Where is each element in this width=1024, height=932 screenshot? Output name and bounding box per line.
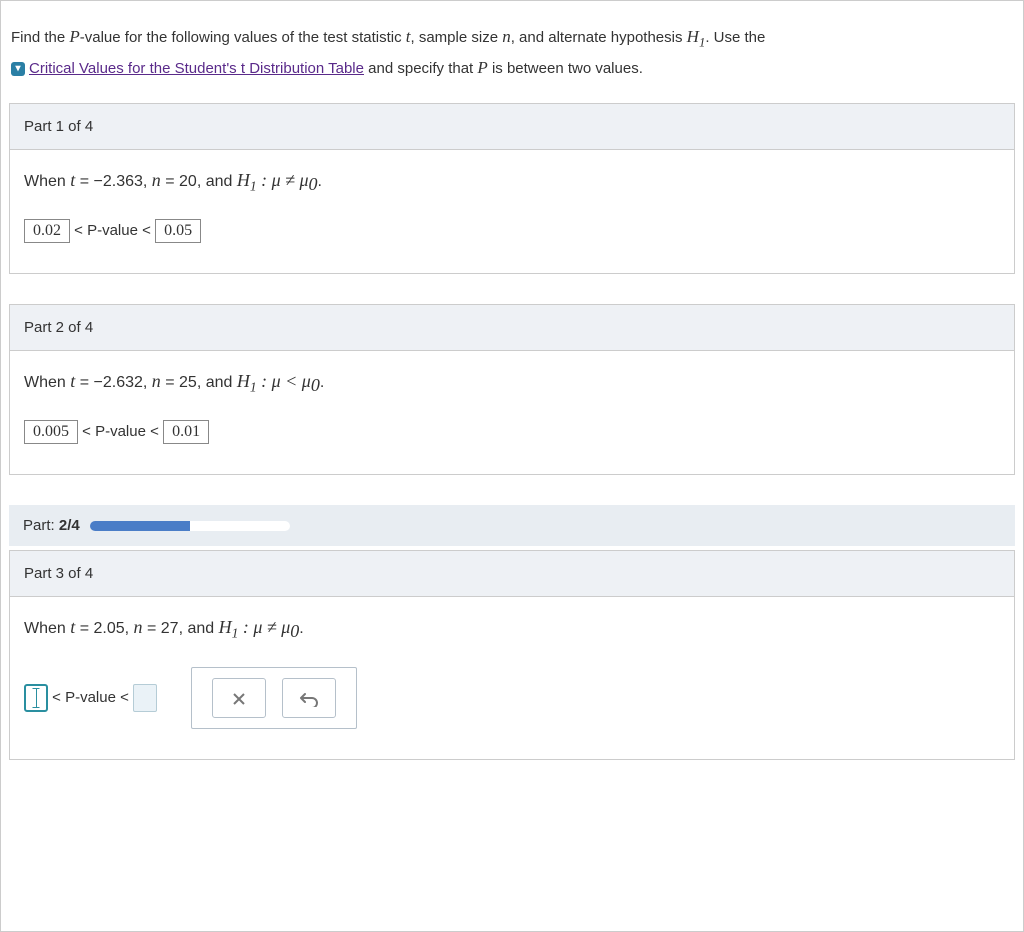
part-1-answer: 0.02 < P-value < 0.05 [24, 219, 1000, 243]
progress-fill [90, 521, 190, 531]
part-1-header: Part 1 of 4 [10, 104, 1014, 150]
part-1-given: When t = −2.363, n = 20, and H1 : μ ≠ μ0… [24, 170, 1000, 195]
part-1-lower-value: 0.02 [24, 219, 70, 243]
part-3-body: When t = 2.05, n = 27, and H1 : μ ≠ μ0. … [10, 597, 1014, 758]
progress-label: Part: 2/4 [23, 517, 80, 534]
clear-button[interactable] [212, 678, 266, 718]
part-2-given: When t = −2.632, n = 25, and H1 : μ < μ0… [24, 371, 1000, 396]
part-3-lower-input[interactable] [24, 684, 48, 712]
undo-button[interactable] [282, 678, 336, 718]
var-P: P [69, 27, 79, 46]
intro-text: -value for the following values of the t… [80, 29, 406, 46]
pvalue-label: < P-value < [70, 222, 155, 239]
pvalue-label: < P-value < [78, 423, 163, 440]
download-icon[interactable]: ▾ [11, 62, 25, 76]
part-2-upper-value: 0.01 [163, 420, 209, 444]
part-1-box: Part 1 of 4 When t = −2.363, n = 20, and… [9, 103, 1015, 274]
part-2-body: When t = −2.632, n = 25, and H1 : μ < μ0… [10, 351, 1014, 474]
part-3-header: Part 3 of 4 [10, 551, 1014, 597]
part-2-answer: 0.005 < P-value < 0.01 [24, 420, 1000, 444]
question-page: Find the P-value for the following value… [0, 0, 1024, 932]
intro-text: . Use the [705, 29, 765, 46]
intro-text: Find the [11, 29, 69, 46]
part-3-upper-input[interactable] [133, 684, 157, 712]
part-1-upper-value: 0.05 [155, 219, 201, 243]
intro-text: is between two values. [488, 60, 643, 77]
close-icon [231, 691, 247, 707]
part-2-header: Part 2 of 4 [10, 305, 1014, 351]
question-intro: Find the P-value for the following value… [1, 1, 1023, 93]
var-P: P [477, 58, 487, 77]
pvalue-label: < P-value < [48, 688, 133, 705]
undo-icon [299, 691, 319, 707]
part-2-box: Part 2 of 4 When t = −2.632, n = 25, and… [9, 304, 1015, 475]
var-n: n [502, 27, 511, 46]
progress-track [90, 521, 290, 531]
progress-row: Part: 2/4 [9, 505, 1015, 546]
part-3-given: When t = 2.05, n = 27, and H1 : μ ≠ μ0. [24, 617, 1000, 642]
var-H1: H1 [687, 27, 706, 46]
answer-toolbox [191, 667, 357, 729]
part-3-box: Part 3 of 4 When t = 2.05, n = 27, and H… [9, 550, 1015, 759]
intro-text: , sample size [411, 29, 503, 46]
critical-values-link[interactable]: Critical Values for the Student's t Dist… [29, 60, 364, 77]
part-3-answer: < P-value < [24, 667, 1000, 729]
intro-text: and specify that [364, 60, 477, 77]
part-2-lower-value: 0.005 [24, 420, 78, 444]
intro-text: , and alternate hypothesis [511, 29, 687, 46]
part-1-body: When t = −2.363, n = 20, and H1 : μ ≠ μ0… [10, 150, 1014, 273]
